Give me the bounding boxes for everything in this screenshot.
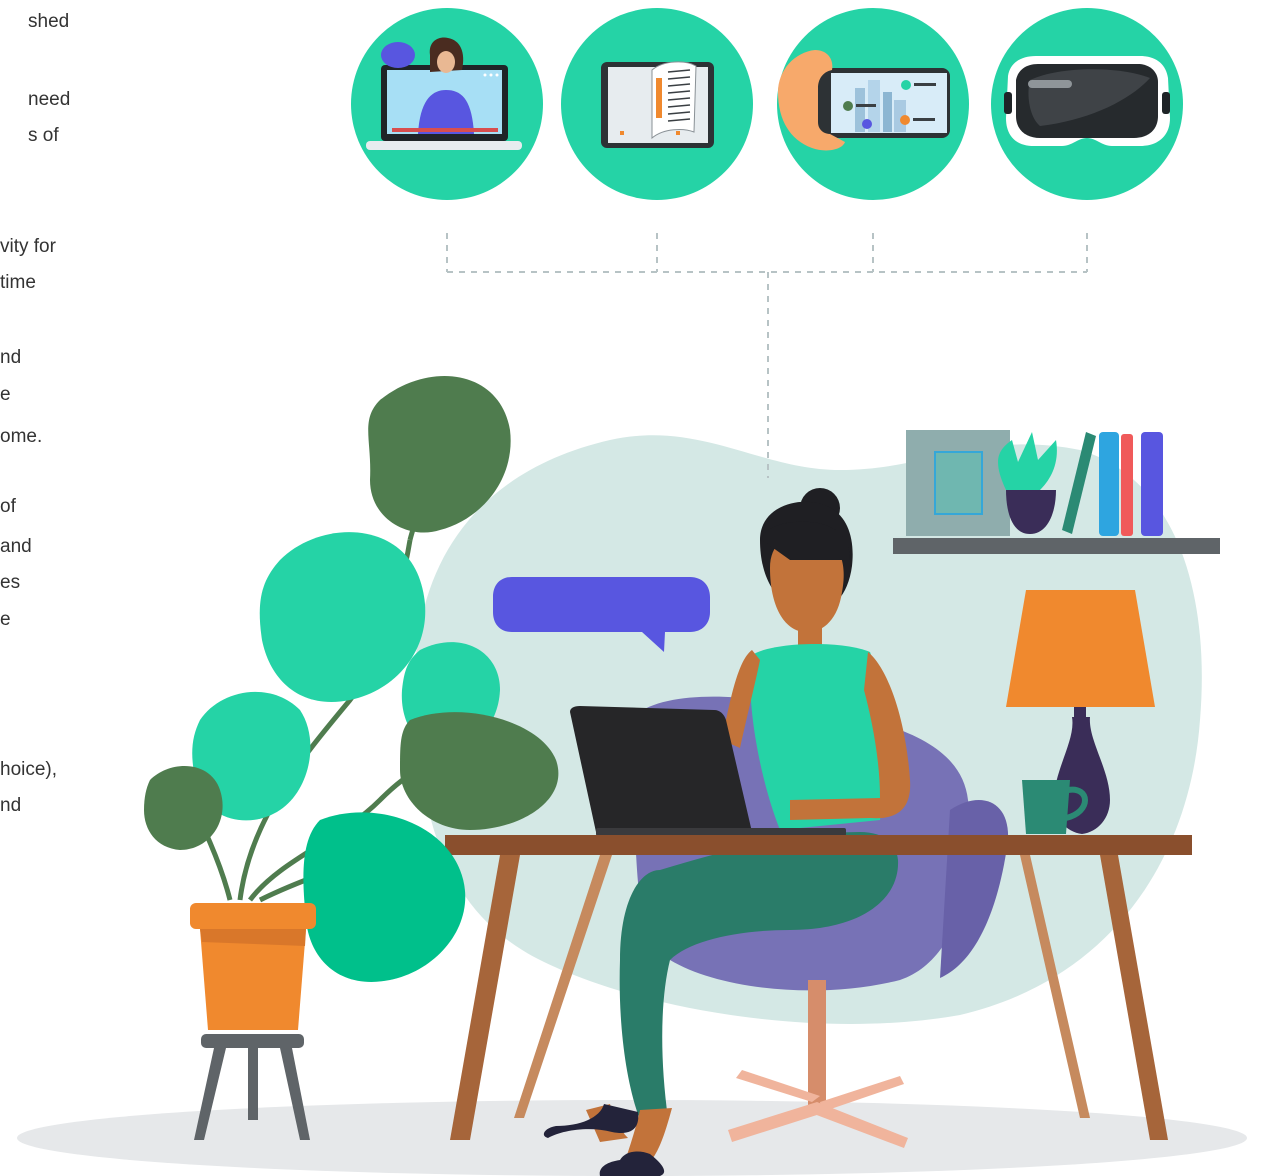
video-lesson-icon	[351, 8, 543, 200]
vr-headset-icon	[991, 8, 1183, 200]
illustration	[17, 8, 1247, 1176]
potted-plant	[144, 376, 559, 1140]
ebook-tablet-icon	[561, 8, 753, 200]
phone-ar-icon	[777, 8, 969, 200]
